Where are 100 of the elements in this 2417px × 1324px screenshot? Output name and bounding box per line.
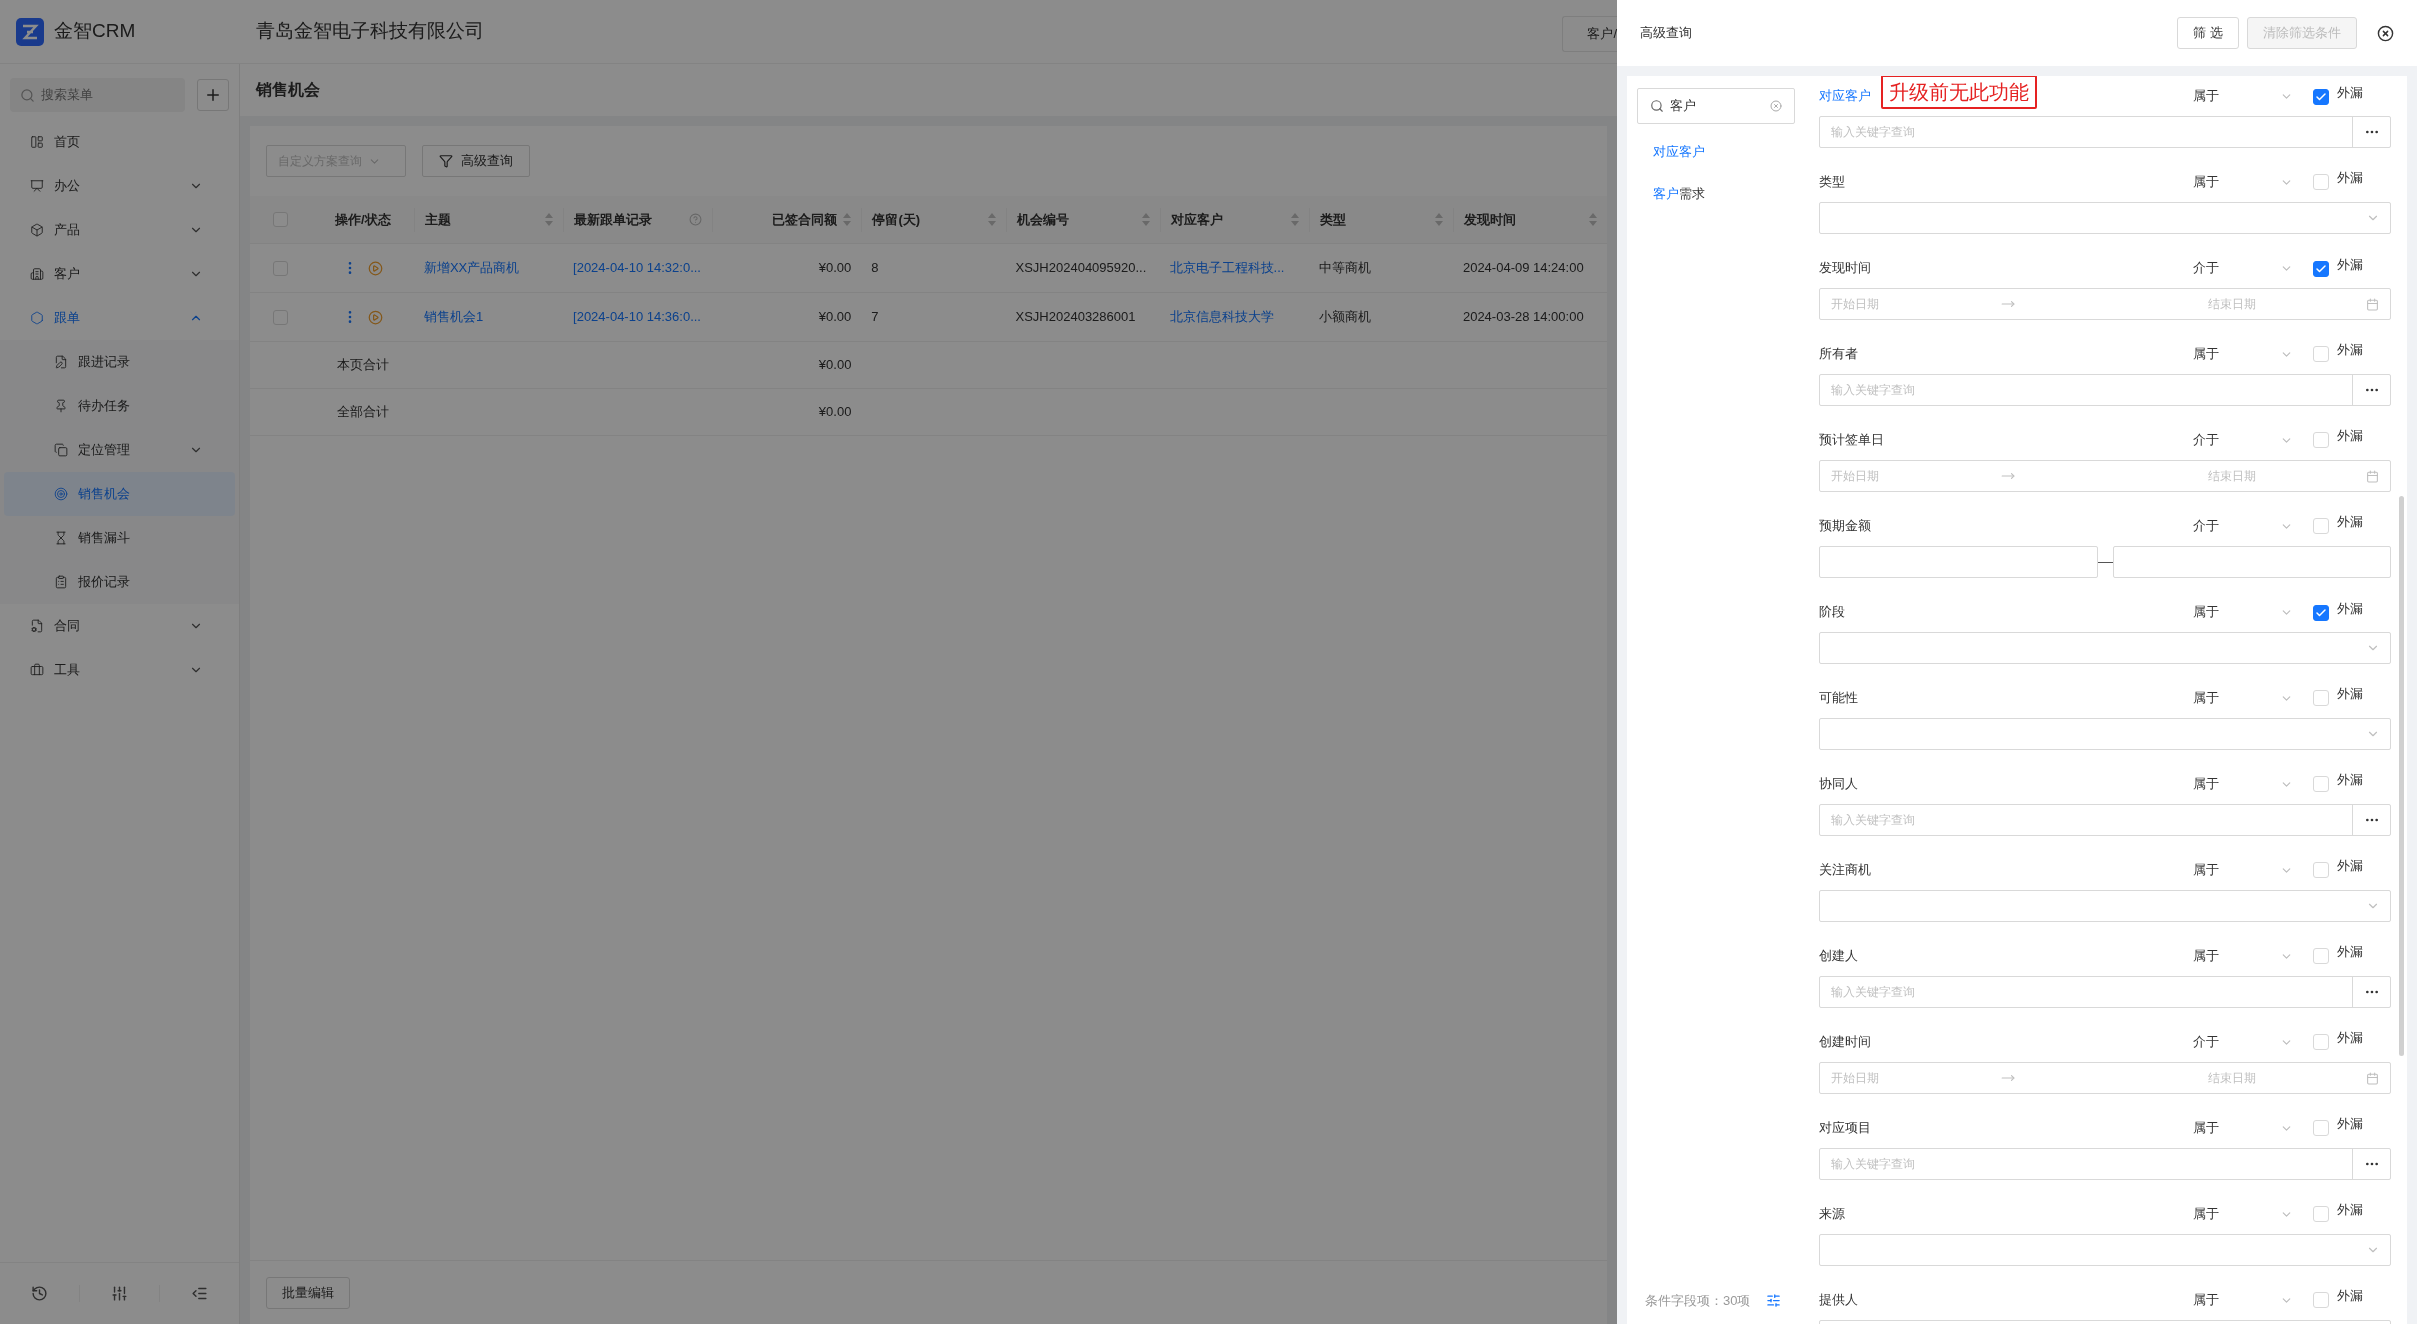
filter-icon — [439, 154, 453, 168]
sort-icon[interactable] — [1589, 213, 1597, 226]
leak-label: 外漏 — [2337, 685, 2363, 704]
document-pen-icon — [54, 355, 68, 369]
sort-icon[interactable] — [1290, 213, 1299, 226]
field-search-field[interactable]: 客户 — [1637, 88, 1795, 124]
operator-select[interactable]: 属于 — [2193, 860, 2293, 880]
select-field[interactable] — [1819, 890, 2391, 922]
leak-label: 外漏 — [2337, 341, 2363, 360]
field-label: 对应项目 — [1819, 1119, 1871, 1138]
operator-select[interactable]: 介于 — [2193, 258, 2293, 278]
settings-icon[interactable] — [1766, 1292, 1782, 1308]
field-label: 提供人 — [1819, 1291, 1858, 1310]
leak-label: 外漏 — [2337, 84, 2363, 103]
operator-select[interactable]: 属于 — [2193, 602, 2293, 622]
menu-item[interactable]: 客户 — [4, 252, 235, 296]
operator-select[interactable]: 介于 — [2193, 430, 2293, 450]
operator-select[interactable]: 属于 — [2193, 688, 2293, 708]
number-field[interactable] — [1819, 546, 2098, 578]
total-amount: ¥0.00 — [818, 356, 852, 375]
operator-select[interactable]: 属于 — [2193, 1290, 2293, 1310]
calendar-icon — [2366, 469, 2379, 483]
pin-icon — [54, 399, 68, 413]
select-field[interactable] — [1819, 632, 2391, 664]
total-label: 本页合计 — [336, 356, 389, 375]
menu-item[interactable]: 销售漏斗 — [4, 516, 235, 560]
field-label: 预期金额 — [1819, 517, 1871, 536]
column-header: 发现时间 — [1463, 210, 1516, 229]
play-icon[interactable] — [368, 309, 384, 325]
search-icon — [1650, 99, 1664, 113]
table-cell-text: 2024-03-28 14:00:00 — [1462, 308, 1584, 327]
leak-label: 外漏 — [2337, 256, 2363, 275]
drawer-button[interactable]: 筛 选 — [2177, 17, 2239, 49]
sort-icon[interactable] — [1434, 213, 1443, 226]
table-cell-text: 2024-04-09 14:24:00 — [1462, 259, 1584, 278]
table-link[interactable]: [2024-04-10 14:32:0... — [573, 258, 701, 278]
menu-search-field[interactable]: 搜索菜单 — [10, 78, 185, 112]
field-label: 来源 — [1819, 1205, 1845, 1224]
scrollbar-thumb[interactable] — [2399, 496, 2404, 1056]
sort-icon[interactable] — [987, 213, 996, 226]
menu-item[interactable]: 办公 — [4, 164, 235, 208]
app-name: 金智CRM — [54, 19, 136, 44]
sliders-icon[interactable] — [111, 1285, 128, 1302]
close-icon[interactable] — [2377, 24, 2394, 42]
leak-label: 外漏 — [2337, 1287, 2363, 1306]
field-label: 发现时间 — [1819, 259, 1871, 278]
checkbox[interactable] — [2313, 89, 2329, 106]
operator-select[interactable]: 属于 — [2193, 86, 2293, 106]
number-field[interactable] — [2112, 546, 2391, 578]
collapse-menu-icon[interactable] — [191, 1285, 208, 1302]
history-icon[interactable] — [31, 1285, 48, 1302]
sort-icon[interactable] — [1141, 213, 1150, 226]
field-match-item[interactable]: 客户需求 — [1653, 183, 1795, 203]
hourglass-icon — [54, 531, 68, 545]
menu-item[interactable]: 工具 — [4, 648, 235, 692]
menu-item[interactable]: 产品 — [4, 208, 235, 252]
add-button[interactable] — [197, 79, 229, 111]
leak-label: 外漏 — [2337, 1201, 2363, 1220]
operator-select[interactable]: 属于 — [2193, 946, 2293, 966]
field-label: 对应客户 — [1819, 87, 1871, 106]
building-icon — [30, 267, 44, 281]
help-icon[interactable] — [689, 213, 703, 226]
menu-item[interactable]: 报价记录 — [4, 560, 235, 604]
sort-icon[interactable] — [545, 213, 554, 226]
menu-item[interactable]: 跟单 — [4, 296, 235, 340]
advanced-search-button[interactable]: 高级查询 — [422, 145, 530, 177]
sort-icon[interactable] — [843, 213, 852, 226]
column-header: 最新跟单记录 — [574, 210, 653, 229]
menu-item[interactable]: 跟进记录 — [4, 340, 235, 384]
total-label: 全部合计 — [336, 403, 389, 422]
table-link[interactable]: 销售机会1 — [423, 307, 484, 327]
operator-select[interactable]: 介于 — [2193, 1032, 2293, 1052]
operator-select[interactable]: 属于 — [2193, 1118, 2293, 1138]
menu-item[interactable]: 首页 — [4, 120, 235, 164]
menu-item[interactable]: 合同 — [4, 604, 235, 648]
batch-edit-button[interactable]: 批量编辑 — [266, 1276, 350, 1309]
select-field[interactable] — [1819, 202, 2391, 234]
table-link[interactable]: 北京电子工程科技... — [1169, 258, 1285, 278]
table-link[interactable]: [2024-04-10 14:36:0... — [573, 307, 701, 327]
play-icon[interactable] — [368, 260, 384, 276]
select-field[interactable] — [1819, 1234, 2391, 1266]
leak-label: 外漏 — [2337, 513, 2363, 532]
plus-icon — [204, 86, 222, 104]
table-link[interactable]: 新增XX产品商机 — [423, 258, 520, 278]
operator-select[interactable]: 介于 — [2193, 516, 2293, 536]
clear-icon[interactable] — [1770, 100, 1782, 112]
operator-select[interactable]: 属于 — [2193, 172, 2293, 192]
checkbox[interactable] — [2313, 605, 2329, 622]
checkbox[interactable] — [2313, 261, 2329, 278]
hexagon-icon — [30, 311, 44, 325]
operator-select[interactable]: 属于 — [2193, 774, 2293, 794]
select-field[interactable] — [1819, 718, 2391, 750]
operator-select[interactable]: 属于 — [2193, 344, 2293, 364]
table-link[interactable]: 北京信息科技大学 — [1169, 307, 1274, 327]
field-match-item[interactable]: 对应客户 — [1653, 142, 1795, 162]
menu-item[interactable]: 定位管理 — [4, 428, 235, 472]
operator-select[interactable]: 属于 — [2193, 1204, 2293, 1224]
menu-item[interactable]: 销售机会 — [4, 472, 235, 516]
column-header: 对应客户 — [1170, 210, 1223, 229]
menu-item[interactable]: 待办任务 — [4, 384, 235, 428]
